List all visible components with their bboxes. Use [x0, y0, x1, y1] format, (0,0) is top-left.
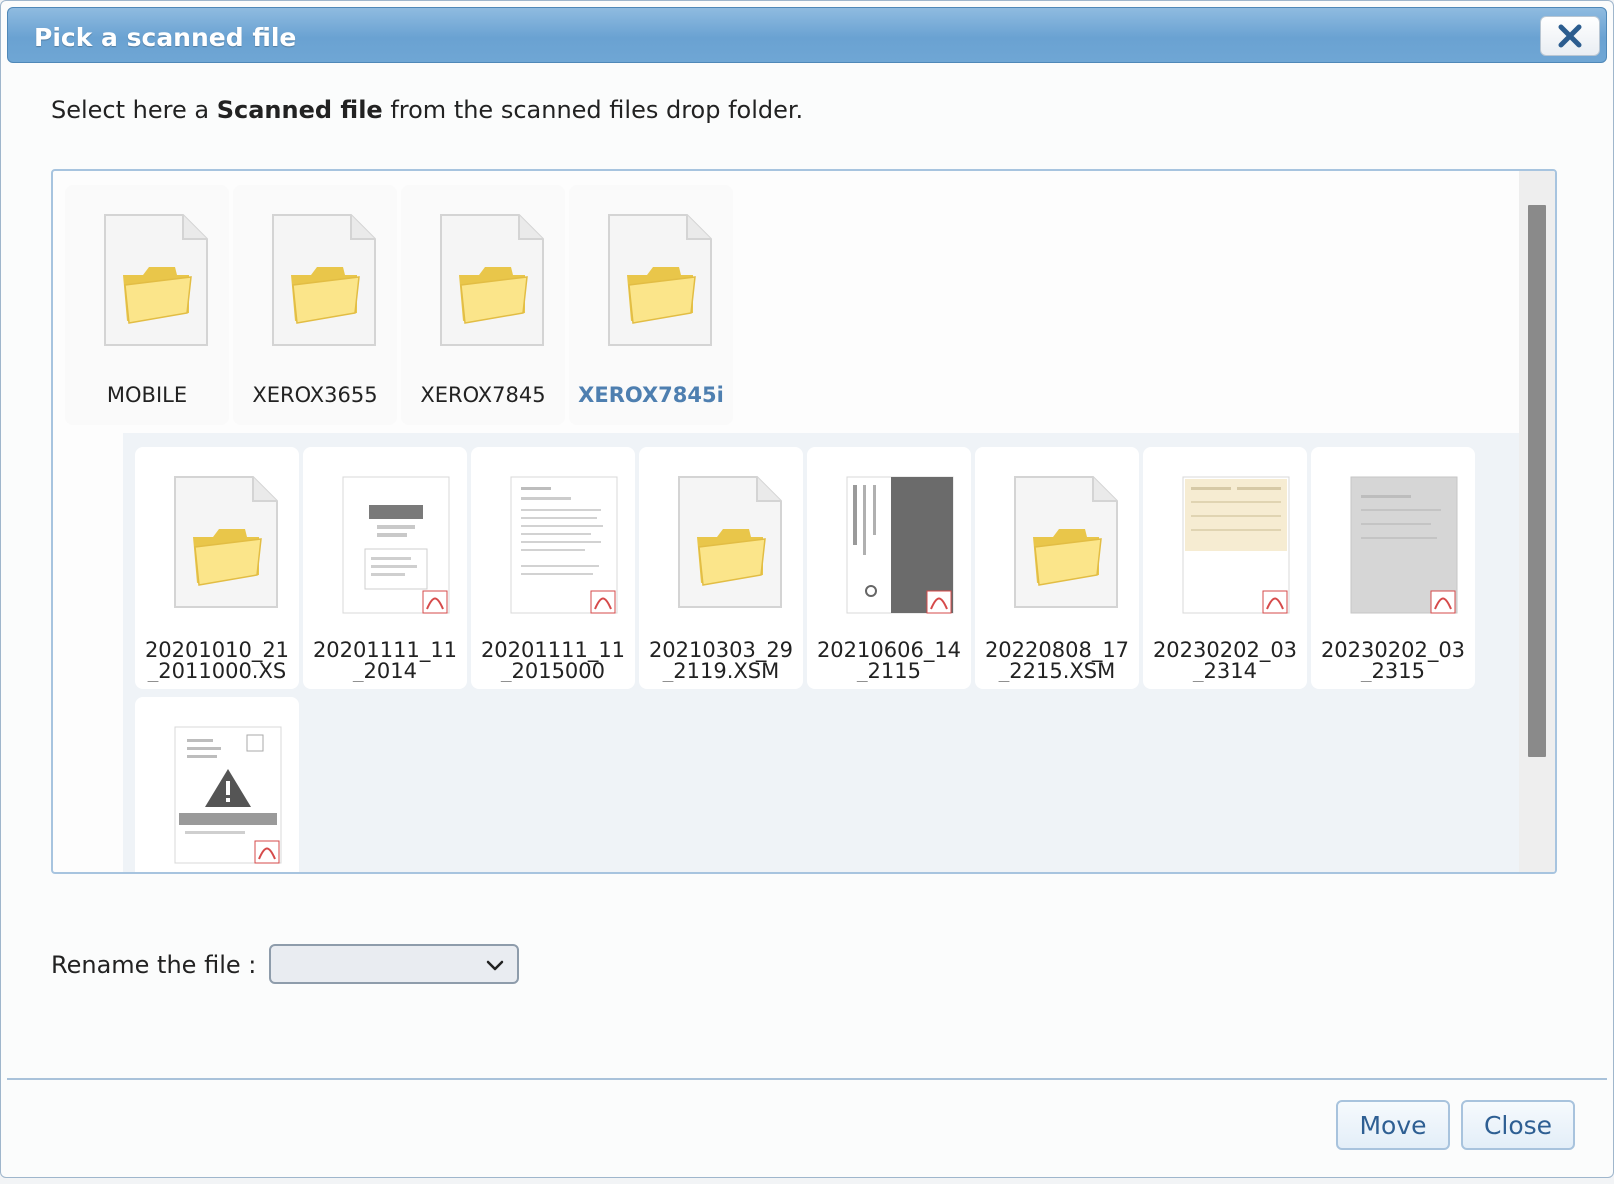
- dialog-close-button[interactable]: [1540, 16, 1600, 56]
- folder-icon: [608, 214, 712, 346]
- close-icon: [1558, 24, 1582, 48]
- file-item[interactable]: 20201111_11_2014: [303, 447, 467, 689]
- rename-dropdown[interactable]: [269, 944, 519, 984]
- move-button[interactable]: Move: [1336, 1100, 1450, 1150]
- file-item[interactable]: 20201111_11_2015000: [471, 447, 635, 689]
- pick-scanned-file-dialog: Pick a scanned file Select here a Scanne…: [0, 0, 1614, 1178]
- chevron-down-icon: [486, 960, 504, 971]
- file-item[interactable]: [135, 697, 299, 872]
- folder-icon: [174, 476, 278, 608]
- folder-icon: [1014, 476, 1118, 608]
- file-item[interactable]: 20230202_03_2315: [1311, 447, 1475, 689]
- pdf-document-thumbnail: [1182, 476, 1290, 614]
- file-label: 20220808_17_2215.XSM: [984, 640, 1130, 682]
- folder-icon: [104, 214, 208, 346]
- file-label: 20230202_03_2314: [1152, 640, 1298, 682]
- instruction-text: Select here a Scanned file from the scan…: [51, 96, 803, 124]
- dialog-title: Pick a scanned file: [34, 23, 297, 52]
- file-item[interactable]: 20230202_03_2314: [1143, 447, 1307, 689]
- close-button[interactable]: Close: [1461, 1100, 1575, 1150]
- file-label: 20201010_21_2011000.XSM: [144, 640, 290, 682]
- folder-item-xerox3655[interactable]: XEROX3655: [233, 185, 397, 425]
- instruction-text-start: Select here a: [51, 96, 217, 124]
- folder-icon: [440, 214, 544, 346]
- file-item[interactable]: 20201010_21_2011000.XSM: [135, 447, 299, 689]
- file-browser[interactable]: MOBILE XEROX3655 XEROX7845 XEROX7845i 20…: [51, 169, 1557, 874]
- footer-divider: [7, 1078, 1607, 1080]
- folder-icon: [272, 214, 376, 346]
- folder-icon: [678, 476, 782, 608]
- vertical-scrollbar[interactable]: [1519, 171, 1555, 872]
- folder-label: XEROX3655: [252, 385, 378, 406]
- file-label: 20201111_11_2014: [312, 640, 458, 682]
- file-label: 20201111_11_2015000: [480, 640, 626, 682]
- folder-item-xerox7845i[interactable]: XEROX7845i: [569, 185, 733, 425]
- instruction-text-emphasis: Scanned file: [216, 96, 383, 124]
- file-label: 20210606_14_2115: [816, 640, 962, 682]
- folder-label: XEROX7845: [420, 385, 546, 406]
- folder-label: MOBILE: [106, 385, 188, 406]
- scrollbar-thumb[interactable]: [1528, 205, 1546, 757]
- file-label: 20230202_03_2315: [1320, 640, 1466, 682]
- folder-label-selected: XEROX7845i: [578, 385, 724, 406]
- pdf-document-thumbnail: [846, 476, 954, 614]
- file-item[interactable]: 20210606_14_2115: [807, 447, 971, 689]
- pdf-document-thumbnail: [510, 476, 618, 614]
- folder-item-mobile[interactable]: MOBILE: [65, 185, 229, 425]
- pdf-document-thumbnail: [342, 476, 450, 614]
- selected-folder-contents: 20201010_21_2011000.XSM 20201111_11_2014: [123, 433, 1519, 872]
- pdf-document-thumbnail: [1350, 476, 1458, 614]
- dialog-titlebar[interactable]: Pick a scanned file: [7, 7, 1607, 63]
- file-item[interactable]: 20220808_17_2215.XSM: [975, 447, 1139, 689]
- file-label: 20210303_29_2119.XSM: [648, 640, 794, 682]
- pdf-document-thumbnail: [174, 726, 282, 864]
- folder-item-xerox7845[interactable]: XEROX7845: [401, 185, 565, 425]
- rename-label: Rename the file :: [51, 951, 257, 979]
- instruction-text-end: from the scanned files drop folder.: [382, 96, 804, 124]
- file-item[interactable]: 20210303_29_2119.XSM: [639, 447, 803, 689]
